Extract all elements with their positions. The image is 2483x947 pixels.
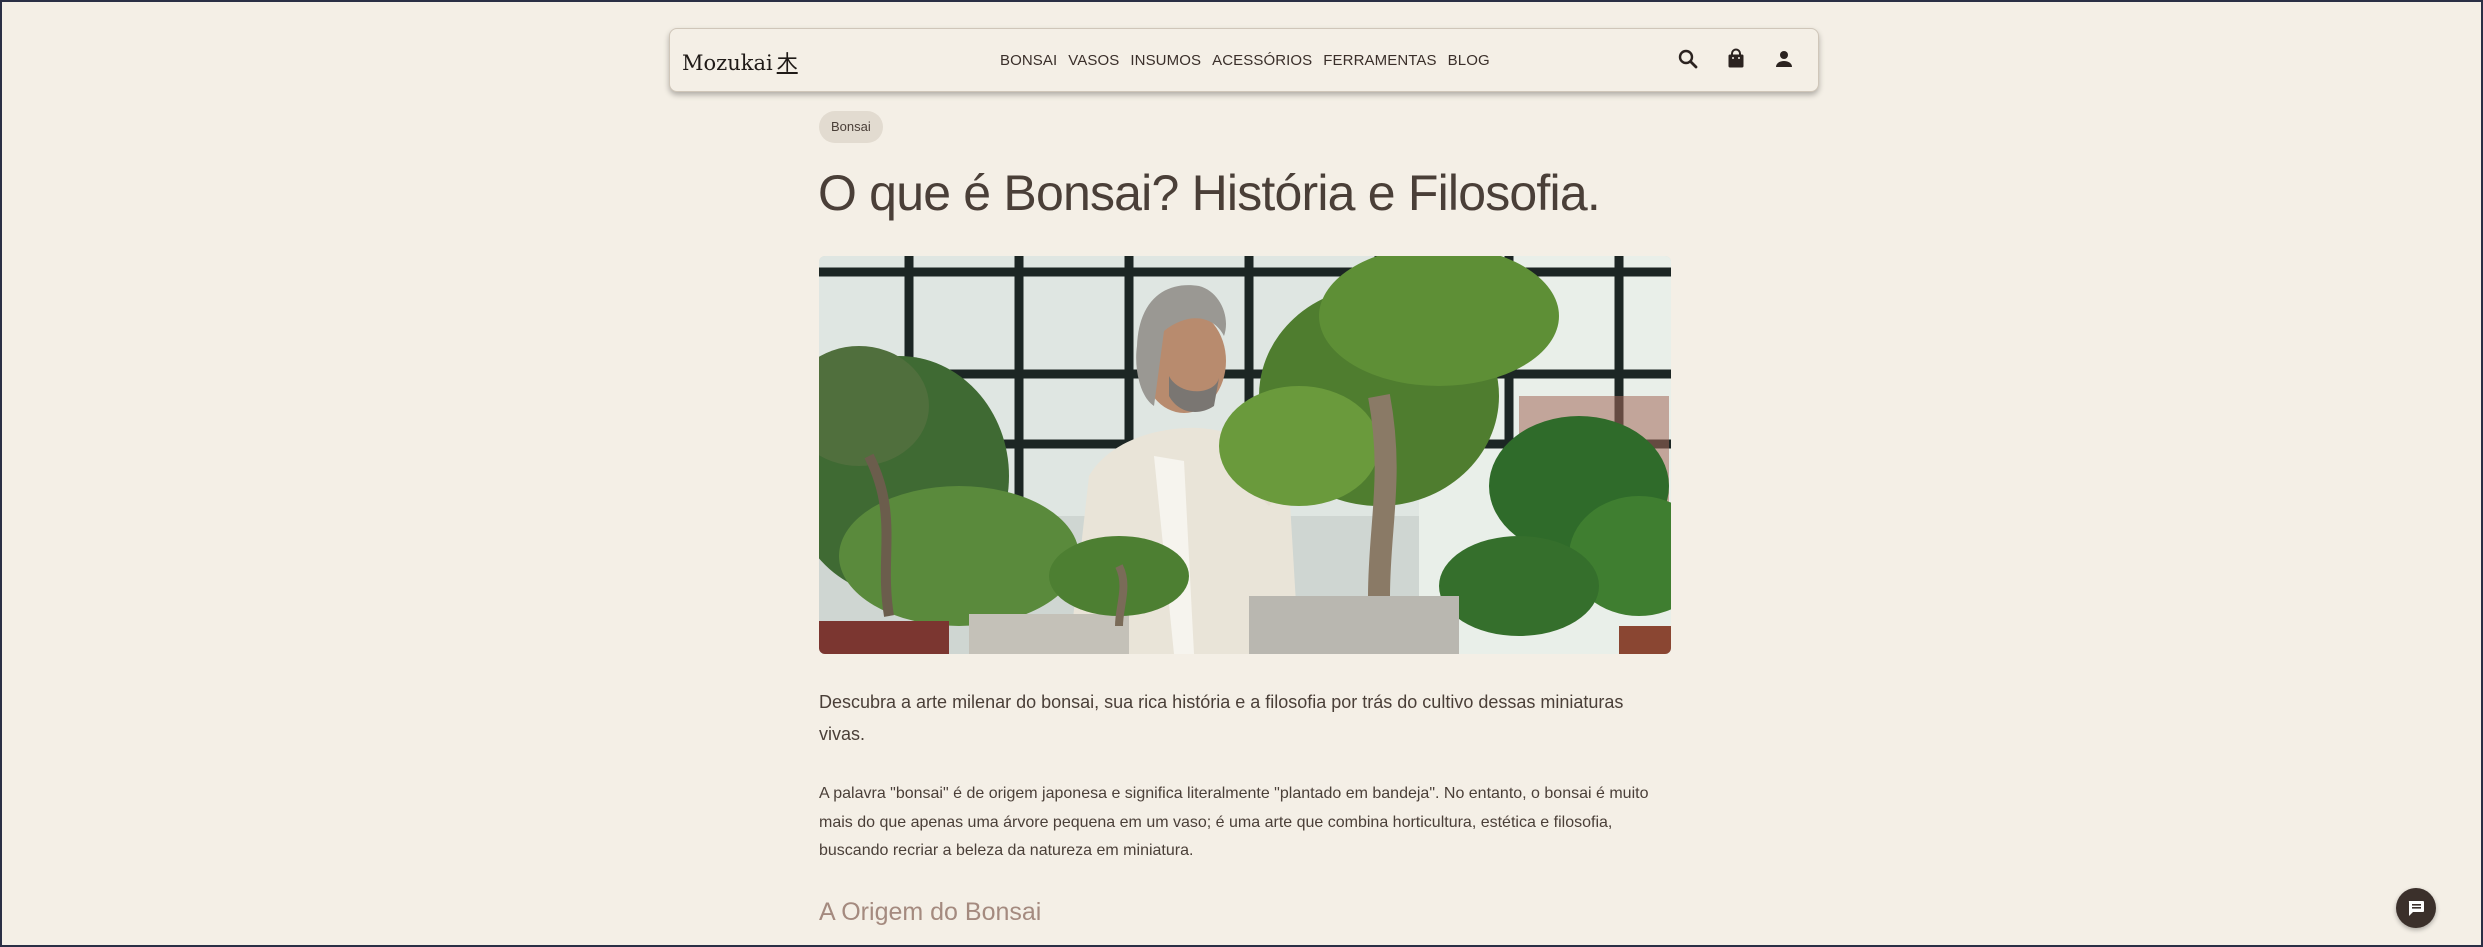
nav-item-insumos[interactable]: INSUMOS: [1130, 52, 1201, 69]
nav-item-bonsai[interactable]: BONSAI: [1000, 52, 1057, 69]
nav-item-vasos[interactable]: VASOS: [1068, 52, 1119, 69]
header-actions: [1676, 47, 1796, 71]
section-heading: A Origem do Bonsai: [819, 898, 1042, 926]
logo-kanji: 木: [776, 51, 798, 75]
search-icon[interactable]: [1676, 47, 1700, 71]
site-header: Mozukai 木 BONSAI VASOS INSUMOS ACESSÓRIOS…: [669, 28, 1819, 92]
chat-icon: [2408, 901, 2424, 916]
article-title: O que é Bonsai? História e Filosofia.: [818, 165, 1601, 221]
article-lead: Descubra a arte milenar do bonsai, sua r…: [819, 692, 1624, 744]
category-badge[interactable]: Bonsai: [819, 111, 883, 143]
user-icon[interactable]: [1772, 47, 1796, 71]
shopping-bag-icon[interactable]: [1724, 47, 1748, 71]
nav-item-blog[interactable]: BLOG: [1448, 52, 1490, 69]
article-paragraph: A palavra "bonsai" é de origem japonesa …: [819, 785, 1649, 859]
site-logo[interactable]: Mozukai 木: [682, 47, 798, 77]
hero-image: [819, 256, 1671, 654]
chat-button[interactable]: [2396, 888, 2436, 928]
logo-text: Mozukai: [682, 51, 773, 75]
main-nav: BONSAI VASOS INSUMOS ACESSÓRIOS FERRAMEN…: [1000, 52, 1501, 69]
nav-item-ferramentas[interactable]: FERRAMENTAS: [1323, 52, 1436, 69]
nav-item-acessorios[interactable]: ACESSÓRIOS: [1212, 52, 1312, 69]
hero-photo: [819, 256, 1671, 654]
